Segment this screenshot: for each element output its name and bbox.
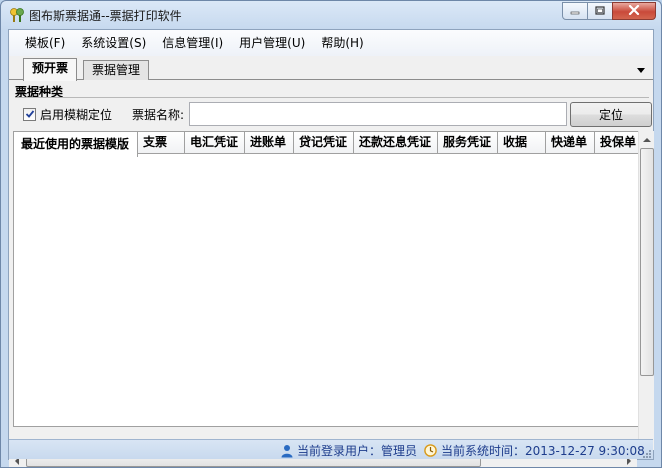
column-service-voucher[interactable]: 服务凭证 [438, 132, 498, 154]
menu-info-management[interactable]: 信息管理(I) [154, 32, 231, 54]
caption-buttons [562, 2, 656, 20]
pre-issue-pane: 票据种类 启用模糊定位 票据名称: 定位 最近使用的票据模版 支票 电汇凭证 进… [9, 81, 654, 467]
grid-header-row: 最近使用的票据模版 支票 电汇凭证 进账单 贷记凭证 还款还息凭证 服务凭证 收… [14, 132, 639, 157]
vertical-scroll-thumb[interactable] [640, 148, 654, 376]
status-bar: 当前登录用户：管理员 当前系统时间：2013-12-27 9:30:08 [9, 439, 653, 459]
maximize-button[interactable] [587, 2, 613, 20]
menu-bar: 模板(F) 系统设置(S) 信息管理(I) 用户管理(U) 帮助(H) [9, 30, 653, 56]
menu-template[interactable]: 模板(F) [17, 32, 73, 54]
menu-user-management[interactable]: 用户管理(U) [231, 32, 313, 54]
app-logo-icon [9, 7, 25, 23]
column-credit-voucher[interactable]: 贷记凭证 [294, 132, 354, 154]
menu-help[interactable]: 帮助(H) [313, 32, 371, 54]
fuzzy-locate-label: 启用模糊定位 [40, 108, 113, 122]
status-system-time: 当前系统时间：2013-12-27 9:30:08 [424, 442, 645, 459]
column-repayment-voucher[interactable]: 还款还息凭证 [354, 132, 438, 154]
tab-ticket-management[interactable]: 票据管理 [83, 60, 150, 80]
group-divider [15, 97, 649, 98]
vertical-scrollbar[interactable] [638, 131, 654, 450]
search-row: 启用模糊定位 票据名称: 定位 [9, 101, 653, 129]
locate-button[interactable]: 定位 [570, 102, 652, 127]
column-recent-templates[interactable]: 最近使用的票据模版 [14, 132, 138, 157]
status-current-user: 当前登录用户：管理员 [281, 442, 417, 459]
scroll-up-icon[interactable] [639, 131, 655, 148]
menu-system-settings[interactable]: 系统设置(S) [73, 32, 154, 54]
maximize-icon [595, 4, 605, 18]
close-button[interactable] [612, 2, 656, 20]
column-courier-slip[interactable]: 快递单 [546, 132, 595, 154]
window-title: 图布斯票据通--票据打印软件 [29, 9, 182, 23]
fuzzy-locate-checkbox[interactable] [23, 108, 36, 121]
application-window: 图布斯票据通--票据打印软件 模板(F) 系统设置(S) 信息管理(I) 用户管… [0, 0, 662, 468]
user-icon [281, 444, 293, 458]
title-bar[interactable]: 图布斯票据通--票据打印软件 [1, 1, 661, 29]
checkmark-icon [25, 108, 35, 122]
tab-pre-issue[interactable]: 预开票 [23, 58, 78, 81]
ticket-name-label: 票据名称: [132, 108, 185, 122]
column-insurance-form[interactable]: 投保单 [595, 132, 639, 154]
minimize-icon [570, 4, 580, 18]
tab-dropdown-icon[interactable] [635, 64, 647, 74]
clock-icon [424, 444, 437, 457]
column-wire-transfer[interactable]: 电汇凭证 [185, 132, 245, 154]
column-receipt[interactable]: 收据 [498, 132, 546, 154]
current-user-text: 当前登录用户：管理员 [297, 444, 418, 458]
client-area: 模板(F) 系统设置(S) 信息管理(I) 用户管理(U) 帮助(H) 预开票 … [8, 29, 654, 467]
ticket-template-grid: 最近使用的票据模版 支票 电汇凭证 进账单 贷记凭证 还款还息凭证 服务凭证 收… [13, 131, 640, 427]
ticket-name-input[interactable] [189, 102, 567, 126]
close-icon [628, 4, 640, 18]
column-check[interactable]: 支票 [138, 132, 185, 154]
minimize-button[interactable] [562, 2, 588, 20]
column-deposit-slip[interactable]: 进账单 [245, 132, 294, 154]
tab-strip: 预开票 票据管理 [9, 58, 653, 81]
resize-grip-icon[interactable] [641, 447, 651, 458]
system-time-text: 当前系统时间：2013-12-27 9:30:08 [441, 444, 645, 458]
